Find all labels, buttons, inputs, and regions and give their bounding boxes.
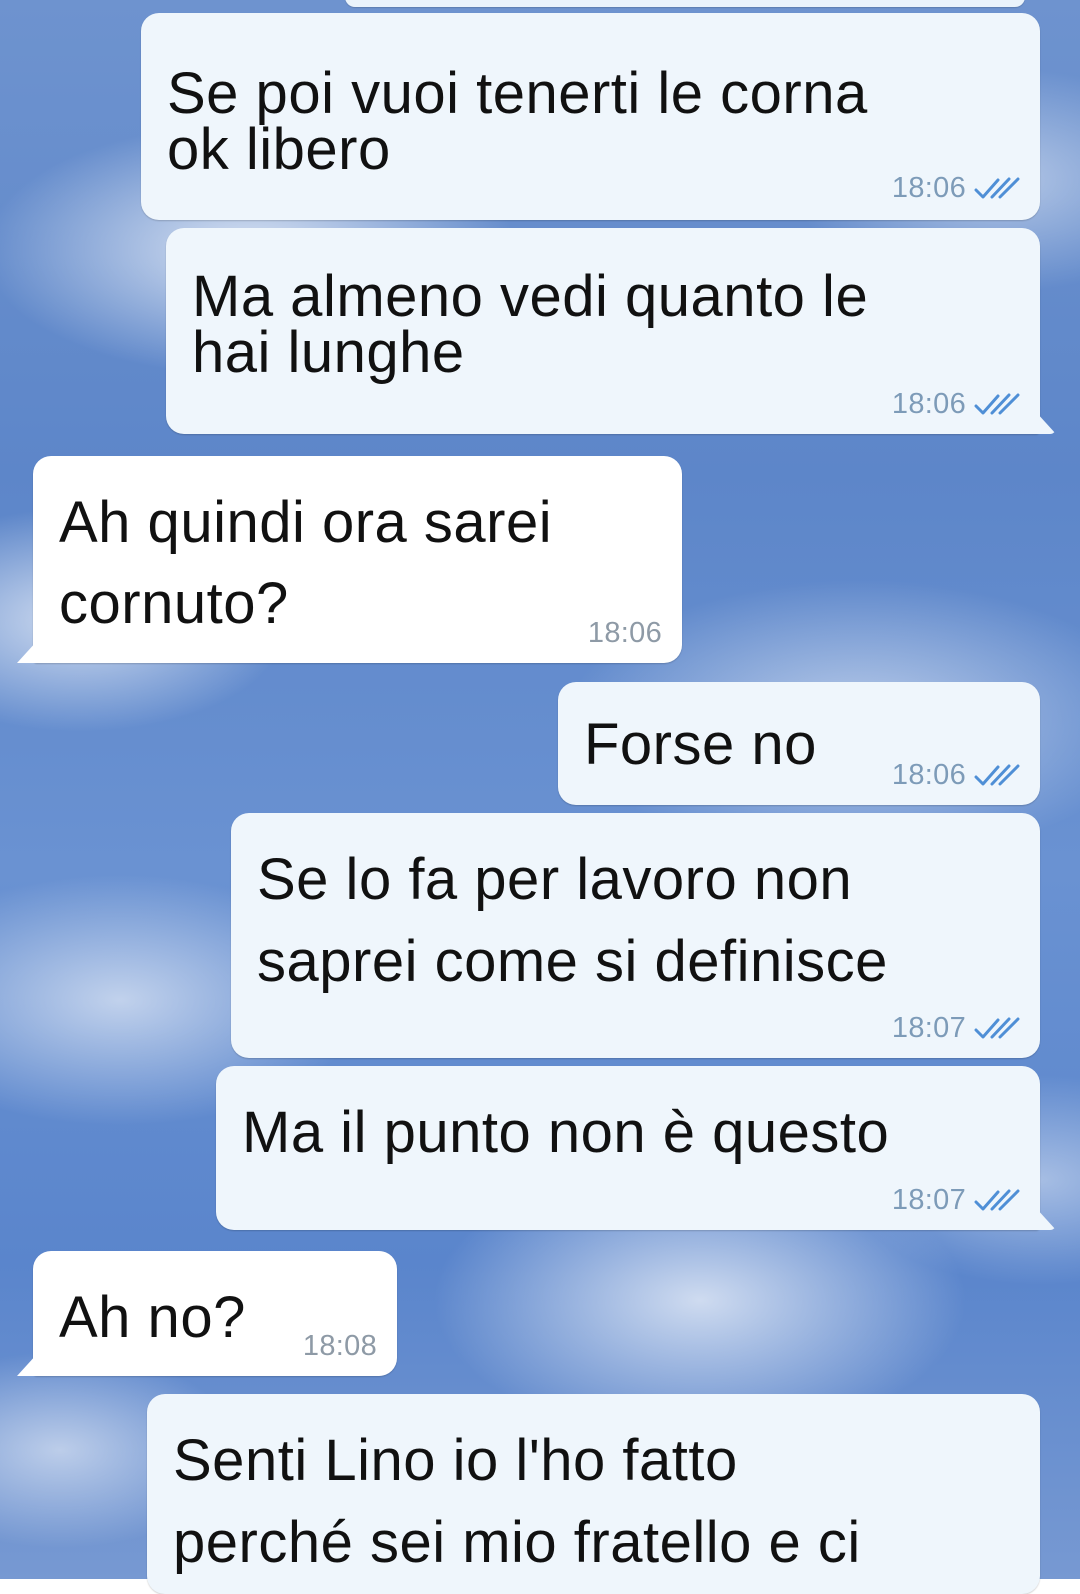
message-time: 18:07 xyxy=(891,1183,966,1216)
read-double-check-icon xyxy=(974,393,1020,415)
message-bubble-incoming[interactable]: Ah no? 18:08 xyxy=(17,1251,397,1376)
message-text-line: Senti Lino io l'ho fatto xyxy=(173,1428,738,1493)
message-meta: 18:06 xyxy=(892,170,1022,206)
message-bubble-incoming[interactable]: Ah quindi ora sarei cornuto? 18:06 xyxy=(17,456,682,663)
message-text-line: Ma il punto non è questo xyxy=(242,1100,890,1165)
message-meta: 18:08 xyxy=(303,1328,377,1364)
message-time: 18:06 xyxy=(891,387,966,420)
read-double-check-icon xyxy=(974,764,1020,786)
message-meta: 18:07 xyxy=(892,1010,1022,1046)
read-double-check-icon xyxy=(974,177,1020,199)
message-text-line: Ah quindi ora sarei xyxy=(59,490,553,555)
message-bubble-outgoing[interactable]: Forse no 18:06 xyxy=(558,682,1040,805)
message-bubble-outgoing[interactable]: Se poi vuoi tenerti le corna ok libero 1… xyxy=(141,13,1040,220)
message-bubble-outgoing[interactable]: Ma il punto non è questo 18:07 xyxy=(216,1066,1056,1230)
message-time: 18:08 xyxy=(302,1329,377,1362)
message-meta: 18:06 xyxy=(892,386,1022,422)
message-text-line: hai lunghe xyxy=(192,320,465,385)
message-time: 18:06 xyxy=(587,616,662,649)
message-text-line: Ah no? xyxy=(59,1285,246,1350)
message-meta: 18:07 xyxy=(892,1182,1022,1218)
message-text-line: Se lo fa per lavoro non xyxy=(257,847,853,912)
read-double-check-icon xyxy=(974,1189,1020,1211)
message-text-line: saprei come si definisce xyxy=(257,929,888,994)
message-text-line: cornuto? xyxy=(59,571,289,636)
message-bubble-outgoing[interactable]: Se lo fa per lavoro non saprei come si d… xyxy=(231,813,1040,1058)
message-text-line: ok libero xyxy=(167,117,391,182)
message-text-line: perché sei mio fratello e ci xyxy=(173,1510,861,1575)
message-text-line: Forse no xyxy=(584,712,817,777)
message-meta: 18:06 xyxy=(588,615,662,651)
message-bubble-outgoing[interactable]: Senti Lino io l'ho fatto perché sei mio … xyxy=(147,1394,1040,1594)
message-time: 18:06 xyxy=(891,758,966,791)
message-meta: 18:06 xyxy=(892,757,1022,793)
message-bubble-outgoing[interactable]: Ma almeno vedi quanto le hai lunghe 18:0… xyxy=(166,228,1056,434)
read-double-check-icon xyxy=(974,1017,1020,1039)
message-time: 18:06 xyxy=(891,171,966,204)
previous-message-bubble[interactable] xyxy=(345,0,1025,7)
message-time: 18:07 xyxy=(891,1011,966,1044)
